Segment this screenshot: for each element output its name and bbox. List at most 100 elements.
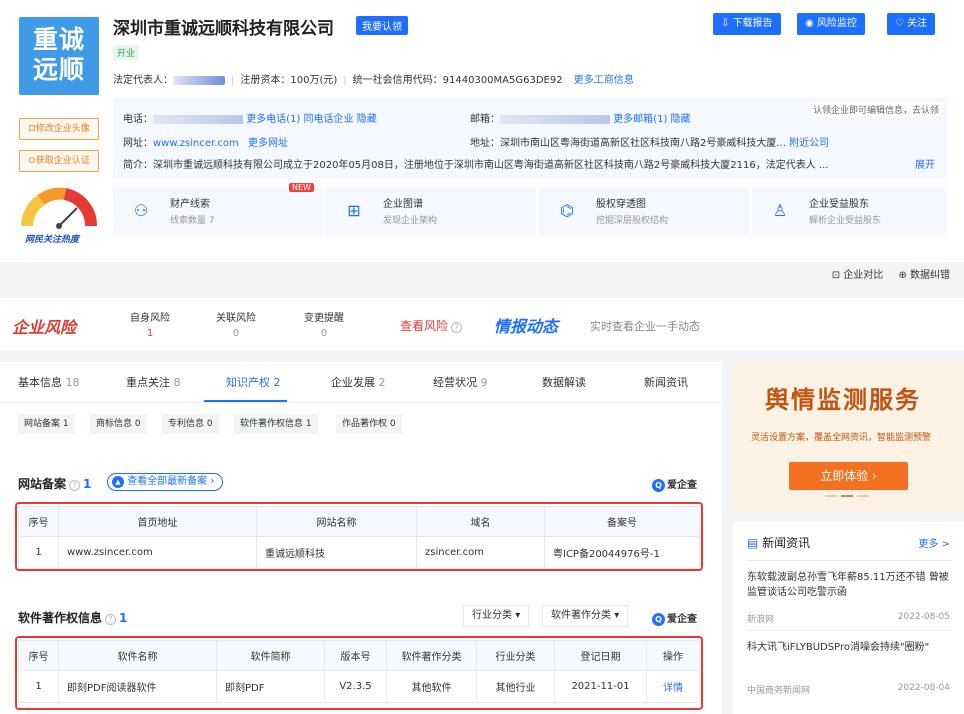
follow-button[interactable]: ♡ 关注 bbox=[887, 13, 936, 35]
edit-icon: ⊡ bbox=[28, 124, 36, 134]
bell-icon: ▲ bbox=[112, 476, 124, 488]
tab-ip[interactable]: 知识产权 2 bbox=[226, 374, 281, 390]
tab-basic-info[interactable]: 基本信息 18 bbox=[18, 374, 80, 390]
caret-down-icon: ▾ bbox=[614, 610, 620, 621]
download-report-button[interactable]: ⇩ 下载报告 bbox=[713, 13, 781, 35]
news-title: ▤ 新闻资讯 bbox=[747, 536, 811, 550]
news-item-source: 新浪网 bbox=[747, 615, 775, 625]
news-more-link[interactable]: 更多 > bbox=[918, 535, 950, 550]
risk-monitor-button[interactable]: ◉ 风险监控 bbox=[797, 13, 865, 35]
claim-button[interactable]: 我要认领 bbox=[356, 16, 408, 35]
shareholder-icon: ♙ bbox=[772, 201, 788, 220]
qcc-brand: Q 爱企查 bbox=[652, 610, 697, 626]
masked-email bbox=[500, 114, 610, 124]
correct-button[interactable]: ⊕ 数据纠错 bbox=[898, 270, 950, 281]
address-row: 地址：深圳市南山区粤海街道高新区社区科技南八路2号豪威科技大厦... 附近公司 bbox=[470, 134, 829, 149]
subtag-software[interactable]: 软件著作权信息 1 bbox=[234, 414, 318, 434]
basic-info-row: 法定代表人： | 注册资本：100万(元) | 统一社会信用代码：91440300MA5… bbox=[113, 75, 634, 86]
more-email-link[interactable]: 更多邮箱(1) bbox=[613, 114, 667, 125]
carousel-dot[interactable] bbox=[857, 495, 869, 497]
risk-tab-self[interactable]: 自身风险 1 bbox=[130, 309, 170, 339]
legal-rep-label: 法定代表人： bbox=[113, 75, 173, 86]
get-cert-button[interactable]: ⊙获取企业认证 bbox=[19, 150, 99, 172]
try-now-button[interactable]: 立即体验 › bbox=[789, 462, 908, 490]
masked-name bbox=[173, 75, 225, 85]
help-icon: ? bbox=[105, 614, 117, 625]
carousel-dot[interactable] bbox=[825, 495, 837, 497]
website-link[interactable]: www.zsincer.com bbox=[153, 138, 239, 149]
subtag-works[interactable]: 作品著作权 0 bbox=[336, 414, 402, 434]
status-badge: 开业 bbox=[113, 45, 140, 60]
claim-note[interactable]: 认领企业即可编辑信息，去认领 bbox=[808, 102, 943, 117]
card-beneficiary[interactable]: ♙ 企业受益股东 解析企业受益股东 bbox=[752, 187, 947, 235]
sentiment-ad-banner[interactable]: 舆情监测服务 灵活设置方案，覆盖全网资讯，智能监测预警 立即体验 › bbox=[733, 362, 964, 512]
risk-tab-change[interactable]: 变更提醒 0 bbox=[304, 309, 344, 339]
email-row: 邮箱： 更多邮箱(1) 隐藏 bbox=[470, 114, 691, 125]
company-name: 深圳市重诚远顺科技有限公司 bbox=[113, 19, 334, 39]
risk-logo: 企业风险 bbox=[12, 318, 77, 337]
website-row: 网址：www.zsincer.com 更多网址 bbox=[123, 138, 288, 149]
intel-subtitle[interactable]: 实时查看企业一手动态 bbox=[590, 318, 700, 334]
tab-data-analysis[interactable]: 数据解读 bbox=[542, 374, 586, 390]
same-phone-link[interactable]: 同电话企业 bbox=[304, 114, 354, 125]
table-row: 1 www.zsincer.com 重诚远顺科技 zsincer.com 粤IC… bbox=[18, 536, 700, 569]
intro-row: 简介：深圳市重诚远顺科技有限公司成立于2020年05月08日，注册地位于深圳市南… bbox=[123, 156, 913, 171]
view-risk-link[interactable]: 查看风险? bbox=[400, 317, 465, 334]
contact-panel: 电话： 更多电话(1) 同电话企业 隐藏 邮箱： 更多邮箱(1) 隐藏 认领企业… bbox=[113, 98, 947, 178]
software-section-title: 软件著作权信息? 1 bbox=[18, 611, 128, 625]
card-property-clues[interactable]: ⚇ 财产线索 线索数量 7 bbox=[113, 187, 323, 235]
news-icon: ▤ bbox=[747, 536, 763, 550]
card-enterprise-graph[interactable]: ⊞ 企业图谱 发现企业架构 bbox=[326, 187, 536, 235]
logo-line-1: 重诚 bbox=[32, 25, 85, 54]
download-icon: ⇩ bbox=[721, 18, 733, 29]
more-phone-link[interactable]: 更多电话(1) bbox=[246, 114, 300, 125]
tab-news[interactable]: 新闻资讯 bbox=[644, 374, 688, 390]
cert-icon: ⊙ bbox=[28, 156, 36, 166]
tab-operations[interactable]: 经营状况 9 bbox=[433, 374, 488, 390]
tab-development[interactable]: 企业发展 2 bbox=[331, 374, 386, 390]
website-table: 序号 首页地址 网站名称 域名 备案号 1 www.zsincer.com 重诚… bbox=[18, 506, 700, 569]
capital: 注册资本：100万(元) bbox=[240, 75, 338, 86]
expand-link[interactable]: 展开 bbox=[915, 156, 935, 171]
address-text: 地址：深圳市南山区粤海街道高新区社区科技南八路2号豪威科技大厦... bbox=[470, 138, 786, 149]
intel-logo: 情报动态 bbox=[494, 317, 559, 336]
subtag-website[interactable]: 网站备案 1 bbox=[18, 414, 75, 434]
intro-text: 简介：深圳市重诚远顺科技有限公司成立于2020年05月08日，注册地位于深圳市南… bbox=[123, 160, 829, 171]
coins-icon: ⚇ bbox=[133, 201, 149, 220]
risk-tab-related[interactable]: 关联风险 0 bbox=[216, 309, 256, 339]
table-header: 序号 首页地址 网站名称 域名 备案号 bbox=[18, 506, 700, 537]
credit-code: 统一社会信用代码：91440300MA5G63DE92 bbox=[352, 75, 563, 86]
more-business-link[interactable]: 更多工商信息 bbox=[574, 75, 634, 86]
edit-logo-button[interactable]: ⊡修改企业头像 bbox=[19, 118, 99, 140]
subtag-trademark[interactable]: 商标信息 0 bbox=[90, 414, 147, 434]
new-tag: NEW bbox=[289, 183, 314, 192]
hide-email-link[interactable]: 隐藏 bbox=[671, 114, 691, 125]
subtag-patent[interactable]: 专利信息 0 bbox=[162, 414, 219, 434]
nearby-link[interactable]: 附近公司 bbox=[789, 138, 829, 149]
company-header: 重诚 远顺 深圳市重诚远顺科技有限公司 我要认领 ⇩ 下载报告 ◉ 风险监控 ♡… bbox=[0, 0, 964, 262]
card-equity-chart[interactable]: ⌬ 股权穿透图 挖掘深层股权结构 bbox=[539, 187, 749, 235]
hide-phone-link[interactable]: 隐藏 bbox=[357, 114, 377, 125]
news-item-source: 中国商务新闻网 bbox=[747, 686, 811, 696]
compare-button[interactable]: ⊡ 企业对比 bbox=[832, 270, 884, 281]
industry-filter-dropdown[interactable]: 行业分类 ▾ bbox=[463, 605, 530, 627]
see-all-records-button[interactable]: ▲ 查看全部最新备案 › bbox=[107, 473, 224, 491]
qcc-logo-icon: Q bbox=[652, 612, 665, 626]
software-type-filter-dropdown[interactable]: 软件著作分类 ▾ bbox=[542, 605, 629, 627]
news-item-date: 2022-08-05 bbox=[897, 612, 950, 622]
company-logo: 重诚 远顺 bbox=[19, 17, 99, 95]
website-section-title: 网站备案? 1 bbox=[18, 477, 92, 491]
news-item-date: 2022-08-04 bbox=[897, 683, 950, 693]
ad-subtitle: 灵活设置方案，覆盖全网资讯，智能监测预警 bbox=[751, 433, 932, 443]
detail-link[interactable]: 详情 bbox=[646, 670, 700, 703]
help-icon: ? bbox=[451, 322, 463, 333]
tab-key-focus[interactable]: 重点关注 8 bbox=[126, 374, 181, 390]
more-site-link[interactable]: 更多网址 bbox=[248, 138, 288, 149]
eye-icon: ◉ bbox=[805, 18, 817, 29]
heart-icon: ♡ bbox=[895, 18, 908, 29]
gauge-icon bbox=[21, 187, 97, 229]
graph-icon: ⊞ bbox=[347, 201, 361, 220]
carousel-dot[interactable] bbox=[841, 495, 853, 497]
news-item-title[interactable]: 科大讯飞iFLYBUDSPro消噪会持续"圈粉" bbox=[747, 640, 952, 655]
news-item-title[interactable]: 东软载波副总孙雪飞年薪85.11万还不错 曾被监管谈话公司吃警示函 bbox=[747, 570, 952, 600]
